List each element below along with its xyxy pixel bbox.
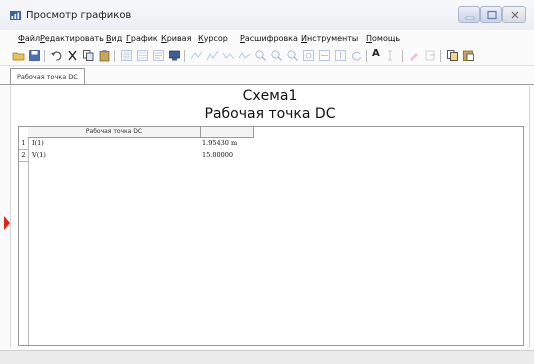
zoom-x-icon[interactable] bbox=[318, 49, 331, 62]
toolbar: A bbox=[0, 47, 534, 66]
document-area: Схема1 Рабочая точка DC Рабочая точка DC… bbox=[10, 86, 530, 348]
copy-data-icon[interactable] bbox=[446, 49, 459, 62]
refresh-icon[interactable] bbox=[350, 49, 363, 62]
table-header[interactable]: Рабочая точка DC bbox=[28, 127, 201, 138]
title-bar[interactable]: Просмотр графиков bbox=[0, 0, 534, 30]
marker-icon[interactable] bbox=[408, 49, 421, 62]
toolbar-separator bbox=[366, 50, 367, 62]
zoom-area-icon[interactable] bbox=[286, 49, 299, 62]
zoom-in-icon[interactable] bbox=[254, 49, 267, 62]
toolbar-separator bbox=[114, 50, 115, 62]
menu-help[interactable]: Помощь bbox=[366, 34, 400, 43]
font-button[interactable]: A bbox=[372, 48, 380, 59]
legend-icon[interactable] bbox=[152, 49, 165, 62]
row-value: 15.00000 bbox=[202, 151, 234, 159]
export-icon[interactable] bbox=[424, 49, 437, 62]
cut-icon[interactable] bbox=[66, 49, 79, 62]
open-folder-icon[interactable] bbox=[12, 49, 25, 62]
cursor-next-icon[interactable] bbox=[238, 49, 251, 62]
menu-curve[interactable]: Кривая bbox=[161, 34, 191, 43]
menu-graph[interactable]: График bbox=[126, 34, 158, 43]
close-button[interactable] bbox=[502, 6, 526, 23]
chart-app-icon bbox=[10, 11, 21, 20]
text-cursor-icon[interactable] bbox=[386, 49, 399, 62]
row-variable: I(1) bbox=[32, 139, 44, 147]
undo-icon[interactable] bbox=[50, 49, 63, 62]
tab-dc-operating-point[interactable]: Рабочая точка DC bbox=[10, 68, 85, 85]
paste-data-icon[interactable] bbox=[462, 49, 475, 62]
save-icon[interactable] bbox=[28, 49, 41, 62]
toolbar-separator bbox=[44, 50, 45, 62]
maximize-icon bbox=[487, 10, 497, 20]
toolbar-separator bbox=[440, 50, 441, 62]
menu-cursor[interactable]: Курсор bbox=[198, 34, 228, 43]
grid-icon[interactable] bbox=[120, 49, 133, 62]
toolbar-separator bbox=[184, 50, 185, 62]
cursor-peak-icon[interactable] bbox=[206, 49, 219, 62]
results-table: Рабочая точка DC 1 I(1) 1.95430 m 2 V(1)… bbox=[18, 126, 524, 346]
status-bar bbox=[0, 350, 534, 364]
cursor-curve-icon[interactable] bbox=[190, 49, 203, 62]
fine-grid-icon[interactable] bbox=[136, 49, 149, 62]
row-number: 1 bbox=[19, 138, 28, 150]
row-variable: V(1) bbox=[32, 151, 46, 159]
toolbar-separator bbox=[402, 50, 403, 62]
red-marker-icon bbox=[4, 216, 10, 230]
table-header-value[interactable] bbox=[201, 127, 254, 138]
table-row[interactable]: 2 V(1) 15.00000 bbox=[19, 150, 523, 162]
menu-file[interactable]: Файл bbox=[18, 34, 40, 43]
graph-viewer-window: Просмотр графиков Файл Редактировать Вид… bbox=[0, 0, 534, 364]
tab-underline bbox=[0, 84, 534, 85]
tab-bar: Рабочая точка DC bbox=[0, 68, 534, 86]
menu-tools[interactable]: Инструменты bbox=[301, 34, 358, 43]
display-icon[interactable] bbox=[168, 49, 181, 62]
paste-icon[interactable] bbox=[98, 49, 111, 62]
minimize-icon bbox=[465, 16, 475, 20]
cursor-trough-icon[interactable] bbox=[222, 49, 235, 62]
copy-icon[interactable] bbox=[82, 49, 95, 62]
row-number: 2 bbox=[19, 150, 28, 162]
menu-bar: Файл Редактировать Вид График Кривая Кур… bbox=[0, 32, 534, 46]
menu-transcript[interactable]: Расшифровка bbox=[240, 34, 298, 43]
row-value: 1.95430 m bbox=[202, 139, 238, 147]
schematic-title: Схема1 bbox=[242, 88, 298, 104]
zoom-out-icon[interactable] bbox=[270, 49, 283, 62]
window-title: Просмотр графиков bbox=[26, 10, 132, 21]
maximize-button[interactable] bbox=[480, 6, 502, 23]
close-icon bbox=[511, 11, 519, 19]
menu-view[interactable]: Вид bbox=[106, 34, 122, 43]
zoom-fit-icon[interactable] bbox=[302, 49, 315, 62]
zoom-y-icon[interactable] bbox=[334, 49, 347, 62]
menu-edit[interactable]: Редактировать bbox=[40, 34, 104, 43]
table-row[interactable]: 1 I(1) 1.95430 m bbox=[19, 138, 523, 150]
analysis-title: Рабочая точка DC bbox=[204, 106, 336, 122]
minimize-button[interactable] bbox=[458, 6, 480, 23]
